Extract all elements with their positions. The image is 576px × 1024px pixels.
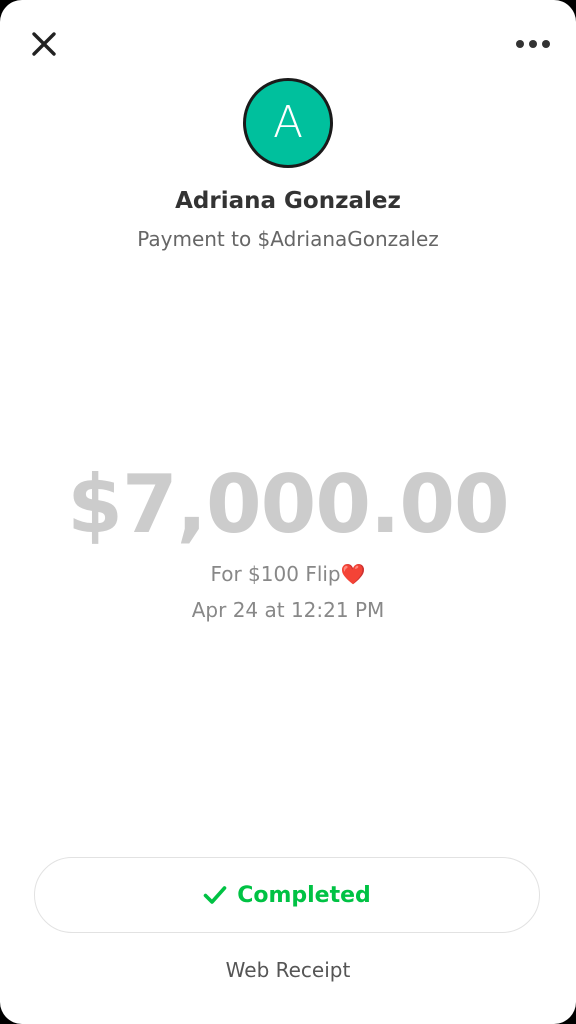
close-icon <box>32 32 56 56</box>
more-options-button[interactable] <box>508 24 558 64</box>
payment-note: For $100 Flip❤️ <box>0 562 576 586</box>
payment-detail-screen: A Adriana Gonzalez Payment to $AdrianaGo… <box>0 0 576 1024</box>
more-horizontal-icon <box>516 40 550 48</box>
payment-subtitle: Payment to $AdrianaGonzalez <box>137 227 439 251</box>
status-label: Completed <box>237 882 371 908</box>
heart-emoji: ❤️ <box>340 562 366 586</box>
avatar-initial: A <box>272 97 304 148</box>
payment-date: Apr 24 at 12:21 PM <box>191 598 385 622</box>
payment-amount: $7,000.00 <box>67 458 509 551</box>
checkmark-icon <box>203 886 227 904</box>
close-button[interactable] <box>22 22 66 66</box>
web-receipt-link[interactable]: Web Receipt <box>0 958 576 982</box>
recipient-avatar: A <box>243 78 333 168</box>
recipient-name: Adriana Gonzalez <box>175 188 401 214</box>
payment-note-text: For $100 Flip <box>210 562 341 586</box>
status-completed-button[interactable]: Completed <box>34 857 540 933</box>
